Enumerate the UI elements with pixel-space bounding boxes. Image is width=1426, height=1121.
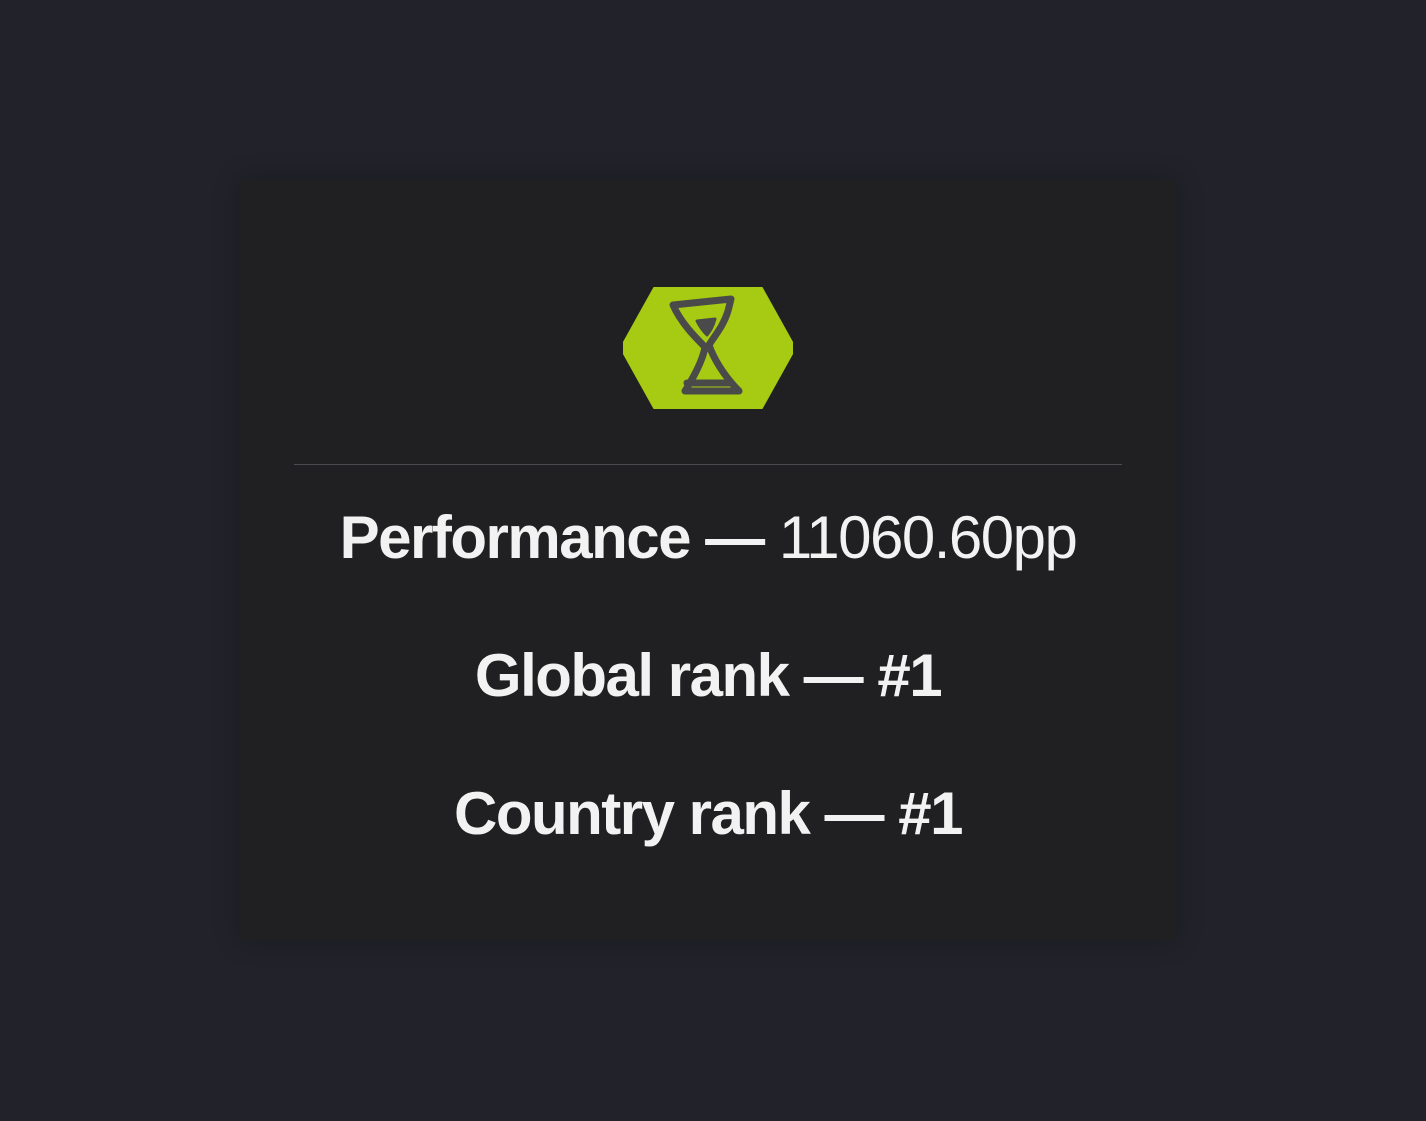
divider <box>294 464 1122 465</box>
global-rank-line: Global rank — #1 <box>240 646 1176 706</box>
mode-badge <box>623 287 793 409</box>
global-rank-separator: — <box>788 642 878 709</box>
performance-line: Performance — 11060.60pp <box>240 508 1176 568</box>
rank-tooltip-card: Performance — 11060.60pp Global rank — #… <box>240 180 1176 940</box>
global-rank-value: #1 <box>877 642 942 709</box>
performance-value: 11060.60pp <box>778 504 1078 571</box>
country-rank-separator: — <box>809 780 899 847</box>
hourglass-icon <box>623 287 793 409</box>
country-rank-value: #1 <box>898 780 963 847</box>
global-rank-label: Global rank <box>474 642 790 709</box>
country-rank-label: Country rank <box>454 780 811 847</box>
country-rank-line: Country rank — #1 <box>240 784 1176 844</box>
performance-label: Performance <box>339 504 692 571</box>
performance-separator: — <box>689 504 779 571</box>
